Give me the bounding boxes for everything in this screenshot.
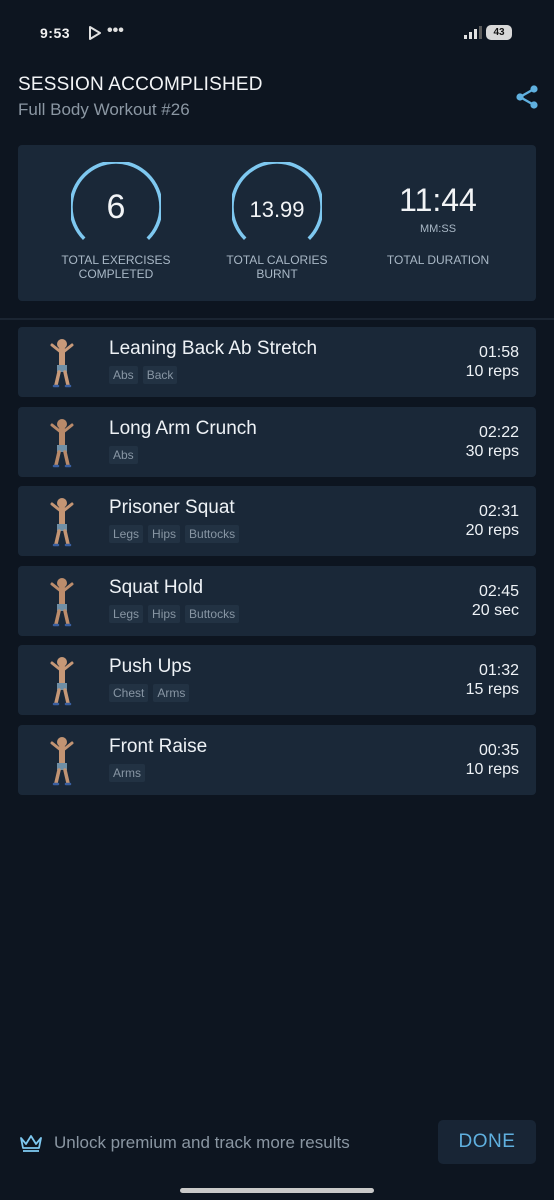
muscle-tags: Legs Hips Buttocks: [109, 525, 240, 543]
page-title: SESSION ACCOMPLISHED: [18, 74, 263, 95]
stat-total-duration: 11:44 MM:SS TOTAL DURATION: [352, 145, 524, 301]
muscle-tags: Chest Arms: [109, 684, 190, 702]
muscle-tag: Hips: [148, 525, 181, 543]
status-bar: 9:53 ••• 43: [0, 0, 554, 66]
total-calories-value: 13.99: [249, 197, 305, 222]
exercise-figure-icon: [50, 577, 74, 626]
done-button[interactable]: DONE: [438, 1120, 536, 1164]
muscle-tag: Arms: [153, 684, 190, 702]
exercise-time: 02:45: [478, 582, 519, 600]
exercise-time: 01:58: [478, 344, 519, 361]
exercise-name: Long Arm Crunch: [109, 417, 257, 439]
battery-icon: 43: [486, 25, 512, 40]
exercise-row[interactable]: Leaning Back Ab Stretch Abs Back 01:58 10 re…: [18, 327, 536, 397]
exercise-figure-icon: [50, 736, 74, 785]
exercise-name: Leaning Back Ab Stretch: [109, 338, 318, 359]
muscle-tag: Chest: [109, 684, 149, 702]
muscle-tag: Legs: [109, 604, 144, 623]
muscle-tag: Arms: [109, 763, 145, 782]
total-calories-label: TOTAL CALORIES BURNT: [226, 253, 328, 281]
session-summary: 6 TOTAL EXERCISES COMPLETED 13.99 TOTAL …: [18, 145, 536, 301]
exercise-time: 02:22: [478, 423, 519, 441]
muscle-tag: Back: [142, 366, 178, 384]
exercise-name: Push Ups: [109, 656, 192, 677]
share-icon[interactable]: [514, 84, 540, 110]
muscle-tag: Abs: [109, 366, 138, 384]
exercise-amount: 15 reps: [465, 681, 519, 698]
exercise-amount: 30 reps: [465, 442, 519, 460]
signal-icon: [464, 26, 482, 39]
exercise-row[interactable]: Prisoner Squat Legs Hips Buttocks 02:31 20 re…: [18, 486, 536, 556]
exercise-row[interactable]: Push Ups Chest Arms 01:32 15 reps: [18, 645, 536, 715]
duration-unit: MM:SS: [419, 223, 457, 235]
exercise-row[interactable]: Front Raise Arms 00:35 10 reps: [18, 724, 536, 795]
total-exercises-label: TOTAL EXERCISES COMPLETED: [61, 253, 171, 281]
muscle-tags: Legs Hips Buttocks: [109, 604, 240, 623]
total-exercises-value: 6: [106, 188, 126, 226]
exercise-amount: 20 reps: [465, 522, 519, 539]
exercise-amount: 20 sec: [471, 601, 519, 619]
status-dots: •••: [107, 22, 124, 39]
exercise-time: 01:32: [478, 662, 519, 679]
crown-icon: [20, 1135, 42, 1152]
muscle-tags: Arms: [109, 763, 145, 782]
muscle-tag: Buttocks: [185, 604, 240, 623]
exercise-name: Front Raise: [109, 735, 208, 757]
muscle-tags: Abs: [109, 445, 138, 464]
exercise-figure-icon: [50, 498, 74, 547]
stat-total-exercises: 6 TOTAL EXERCISES COMPLETED: [30, 145, 202, 301]
premium-promo-link[interactable]: Unlock premium and track more results: [54, 1133, 350, 1153]
exercise-row[interactable]: Squat Hold Legs Hips Buttocks 02:45 20 sec: [18, 565, 536, 636]
muscle-tag: Buttocks: [185, 525, 240, 543]
home-indicator[interactable]: [180, 1188, 374, 1193]
muscle-tag: Hips: [148, 604, 181, 623]
total-duration-value: 11:44: [399, 182, 477, 218]
exercise-figure-icon: [50, 339, 74, 388]
exercise-figure-icon: [50, 657, 74, 706]
status-time: 9:53: [40, 25, 71, 41]
exercise-figure-icon: [50, 418, 74, 467]
exercise-time: 00:35: [478, 741, 519, 759]
muscle-tag: Abs: [109, 445, 138, 464]
total-duration-label: TOTAL DURATION: [386, 253, 490, 267]
exercise-amount: 10 reps: [465, 760, 519, 778]
exercise-time: 02:31: [478, 503, 519, 520]
muscle-tag: Legs: [109, 525, 144, 543]
exercise-name: Prisoner Squat: [109, 497, 235, 518]
play-icon: [89, 26, 101, 40]
stat-total-calories: 13.99 TOTAL CALORIES BURNT: [191, 145, 363, 301]
exercise-list: Leaning Back Ab Stretch Abs Back 01:58 10 re…: [18, 327, 536, 804]
exercise-row[interactable]: Long Arm Crunch Abs 02:22 30 reps: [18, 406, 536, 477]
exercise-amount: 10 reps: [465, 363, 519, 380]
workout-name: Full Body Workout #26: [18, 100, 190, 119]
section-divider: [0, 318, 554, 320]
muscle-tags: Abs Back: [109, 366, 178, 384]
exercise-name: Squat Hold: [109, 576, 204, 598]
